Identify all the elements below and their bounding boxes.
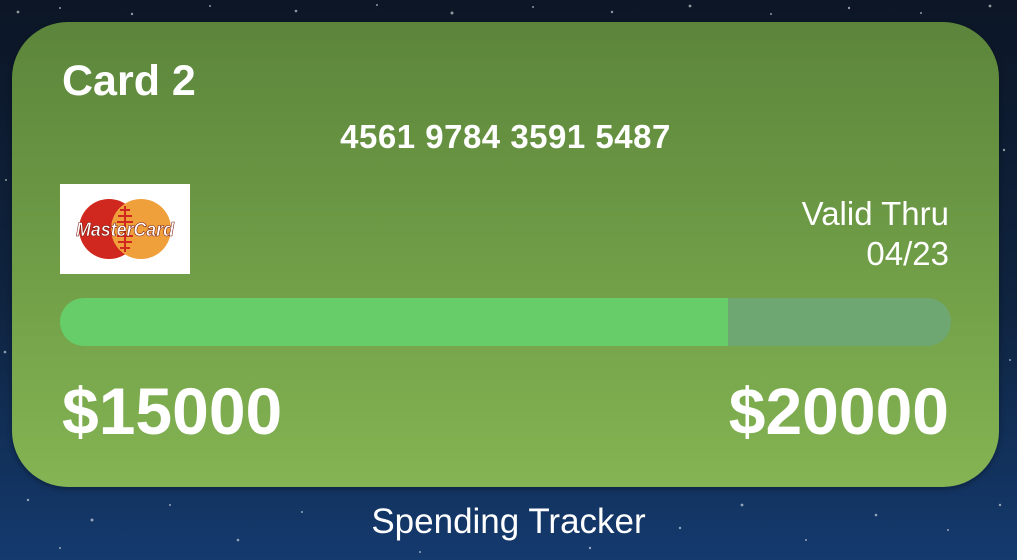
- spent-amount: $15000: [62, 374, 283, 448]
- card-widget[interactable]: Card 2 4561 9784 3591 5487 MasterCard Va…: [12, 22, 999, 487]
- card-number: 4561 9784 3591 5487: [340, 118, 671, 155]
- valid-thru: Valid Thru 04/23: [802, 194, 949, 274]
- spending-progress-bar: [60, 298, 951, 346]
- valid-thru-date: 04/23: [866, 235, 949, 272]
- spending-progress-fill: [60, 298, 729, 346]
- card-name: Card 2: [62, 57, 196, 105]
- limit-amount: $20000: [728, 374, 949, 448]
- widget-label: Spending Tracker: [371, 502, 646, 541]
- valid-thru-label: Valid Thru: [801, 195, 949, 232]
- mastercard-wordmark: MasterCard: [76, 220, 174, 241]
- mastercard-logo-icon: MasterCard: [60, 184, 190, 274]
